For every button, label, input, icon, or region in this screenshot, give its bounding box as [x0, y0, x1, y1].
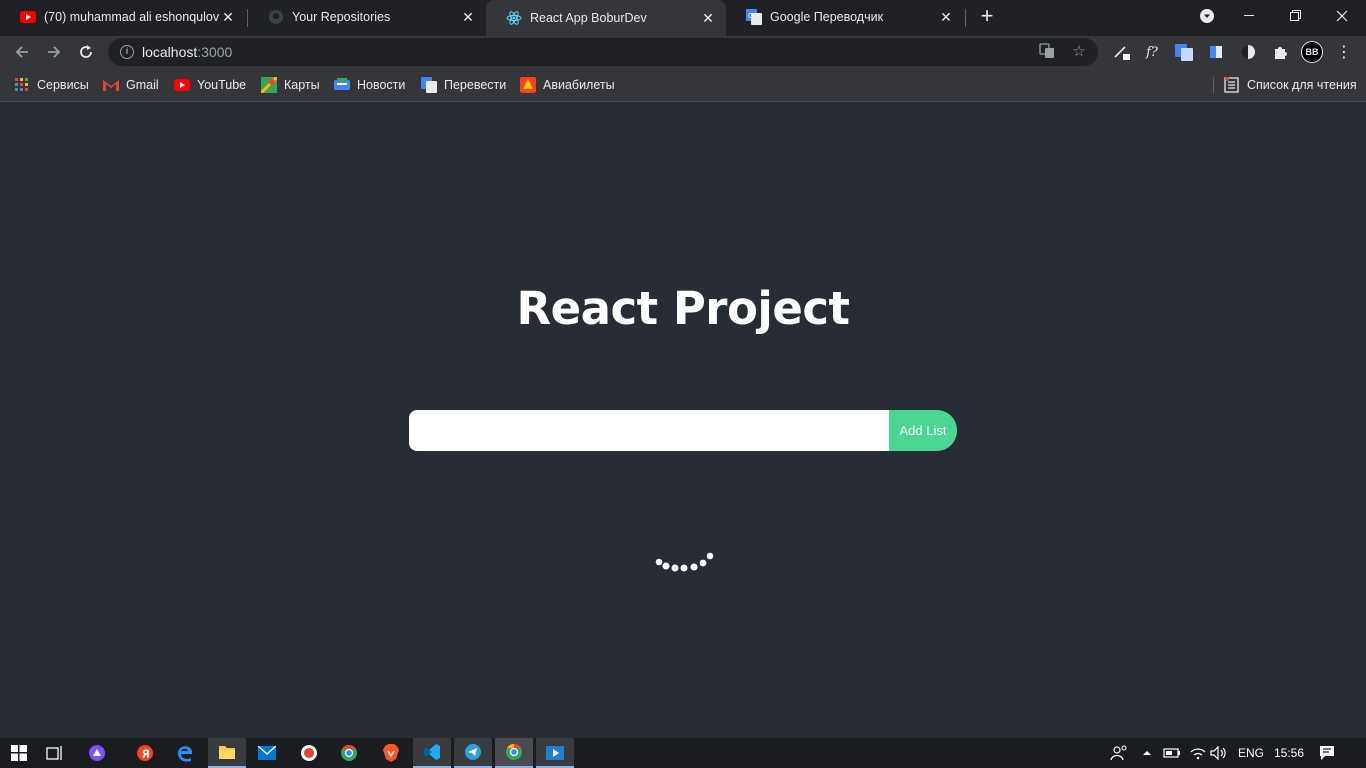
bookmark-youtube[interactable]: YouTube [174, 76, 246, 94]
youtube-icon [20, 9, 36, 25]
svg-text:Я: Я [142, 748, 150, 761]
alice-assistant-icon[interactable] [78, 738, 116, 768]
add-list-button[interactable]: Add List [889, 410, 957, 451]
tab-react-app[interactable]: React App BoburDev ✕ [486, 0, 726, 36]
file-explorer-icon[interactable] [208, 738, 246, 768]
bookmark-gmail[interactable]: Gmail [103, 76, 159, 94]
bookmark-label: Новости [357, 78, 406, 92]
docs-extension-icon[interactable] [1206, 42, 1226, 62]
minimize-button[interactable] [1227, 0, 1273, 32]
bookmark-label: Gmail [126, 78, 159, 92]
google-translate-extension-icon[interactable] [1174, 42, 1194, 62]
tab-separator [965, 9, 966, 27]
chrome-active-icon[interactable] [495, 738, 533, 768]
url-port: :3000 [197, 44, 233, 60]
tab-title: Your Repositories [292, 10, 391, 24]
url-text: localhost:3000 [142, 44, 232, 60]
close-icon[interactable]: ✕ [938, 9, 954, 25]
forward-button[interactable] [42, 40, 66, 64]
tab-youtube[interactable]: (70) muhammad ali eshonqulov - ✕ [0, 0, 246, 34]
media-player-icon[interactable] [536, 738, 574, 768]
gmail-icon [103, 77, 119, 93]
close-window-button[interactable] [1319, 0, 1365, 32]
menu-kebab-icon[interactable]: ⋮ [1334, 42, 1354, 62]
notifications-icon[interactable] [1319, 738, 1335, 768]
bookmark-label: Карты [284, 78, 320, 92]
news-icon [334, 77, 350, 93]
restore-button[interactable] [1273, 0, 1319, 32]
add-list-form: Add List [409, 410, 957, 451]
tab-strip: (70) muhammad ali eshonqulov - ✕ Your Re… [0, 0, 1366, 36]
record-app-icon[interactable] [290, 738, 328, 768]
close-icon[interactable]: ✕ [460, 9, 476, 25]
people-icon[interactable] [1110, 738, 1128, 768]
task-view-icon[interactable] [36, 738, 74, 768]
bookmark-separator [1213, 77, 1214, 93]
edge-icon[interactable] [166, 738, 204, 768]
address-bar[interactable]: i localhost:3000 ☆ [108, 38, 1098, 66]
new-tab-button[interactable]: + [976, 5, 998, 28]
bookmark-label: Авиабилеты [543, 78, 615, 92]
bookmark-label: Сервисы [37, 78, 89, 92]
translate-icon [421, 77, 437, 93]
bookmark-label: Перевести [444, 78, 507, 92]
youtube-icon [174, 77, 190, 93]
bookmarks-bar: Сервисы Gmail YouTube Карты Новости Пере… [0, 68, 1366, 102]
profile-avatar[interactable]: BB [1301, 41, 1323, 63]
bookmark-star-icon[interactable]: ☆ [1070, 43, 1088, 61]
apps-grid-icon [14, 77, 30, 93]
flights-icon [520, 77, 536, 93]
battery-icon[interactable] [1163, 738, 1181, 768]
chrome-icon[interactable] [330, 738, 368, 768]
bookmark-flights[interactable]: Авиабилеты [520, 76, 615, 94]
site-info-icon[interactable]: i [120, 45, 134, 59]
tab-title: Google Переводчик [770, 10, 884, 24]
windows-taskbar: Я ENG 15:56 [0, 738, 1366, 768]
reading-list-label: Список для чтения [1247, 78, 1357, 92]
loading-spinner [650, 548, 720, 578]
page-content: React Project Add List [0, 102, 1366, 738]
tray-chevron-up-icon[interactable] [1142, 738, 1152, 768]
volume-icon[interactable] [1210, 738, 1228, 768]
bookmark-label: YouTube [197, 78, 247, 92]
reload-button[interactable] [74, 40, 98, 64]
bookmark-translate[interactable]: Перевести [421, 76, 506, 94]
telegram-icon[interactable] [454, 738, 492, 768]
back-button[interactable] [10, 40, 34, 64]
bookmark-services[interactable]: Сервисы [14, 76, 89, 94]
close-icon[interactable]: ✕ [700, 10, 716, 26]
translate-page-icon[interactable] [1038, 43, 1056, 61]
tab-title: (70) muhammad ali eshonqulov - [44, 10, 220, 24]
dark-mode-extension-icon[interactable] [1238, 42, 1258, 62]
tab-repositories[interactable]: Your Repositories ✕ [248, 0, 486, 34]
start-button[interactable] [0, 738, 38, 768]
brave-browser-icon[interactable] [372, 738, 410, 768]
vscode-icon[interactable] [413, 738, 451, 768]
reading-list-icon [1224, 77, 1240, 93]
google-translate-icon: G [746, 9, 762, 25]
page-title: React Project [516, 282, 850, 335]
yandex-browser-icon[interactable]: Я [126, 738, 164, 768]
mail-icon[interactable] [248, 738, 286, 768]
extensions-puzzle-icon[interactable] [1270, 42, 1290, 62]
reading-list-button[interactable]: Список для чтения [1224, 76, 1357, 94]
language-indicator[interactable]: ENG [1238, 738, 1264, 768]
url-host: localhost [142, 44, 198, 60]
tab-google-translate[interactable]: G Google Переводчик ✕ [726, 0, 964, 34]
svg-text:G: G [748, 12, 753, 20]
tab-search-icon[interactable] [1184, 0, 1230, 32]
pen-extension-icon[interactable] [1112, 42, 1132, 62]
list-input[interactable] [409, 410, 889, 451]
tab-title: React App BoburDev [530, 11, 647, 25]
bookmark-maps[interactable]: Карты [261, 76, 320, 94]
react-icon [506, 10, 522, 26]
close-icon[interactable]: ✕ [220, 9, 236, 25]
wifi-icon[interactable] [1189, 738, 1207, 768]
github-icon [268, 9, 284, 25]
maps-icon [261, 77, 277, 93]
formula-extension-icon[interactable]: f? [1142, 42, 1162, 62]
clock[interactable]: 15:56 [1274, 738, 1304, 768]
browser-toolbar: i localhost:3000 ☆ f? BB ⋮ [0, 36, 1366, 68]
bookmark-news[interactable]: Новости [334, 76, 405, 94]
